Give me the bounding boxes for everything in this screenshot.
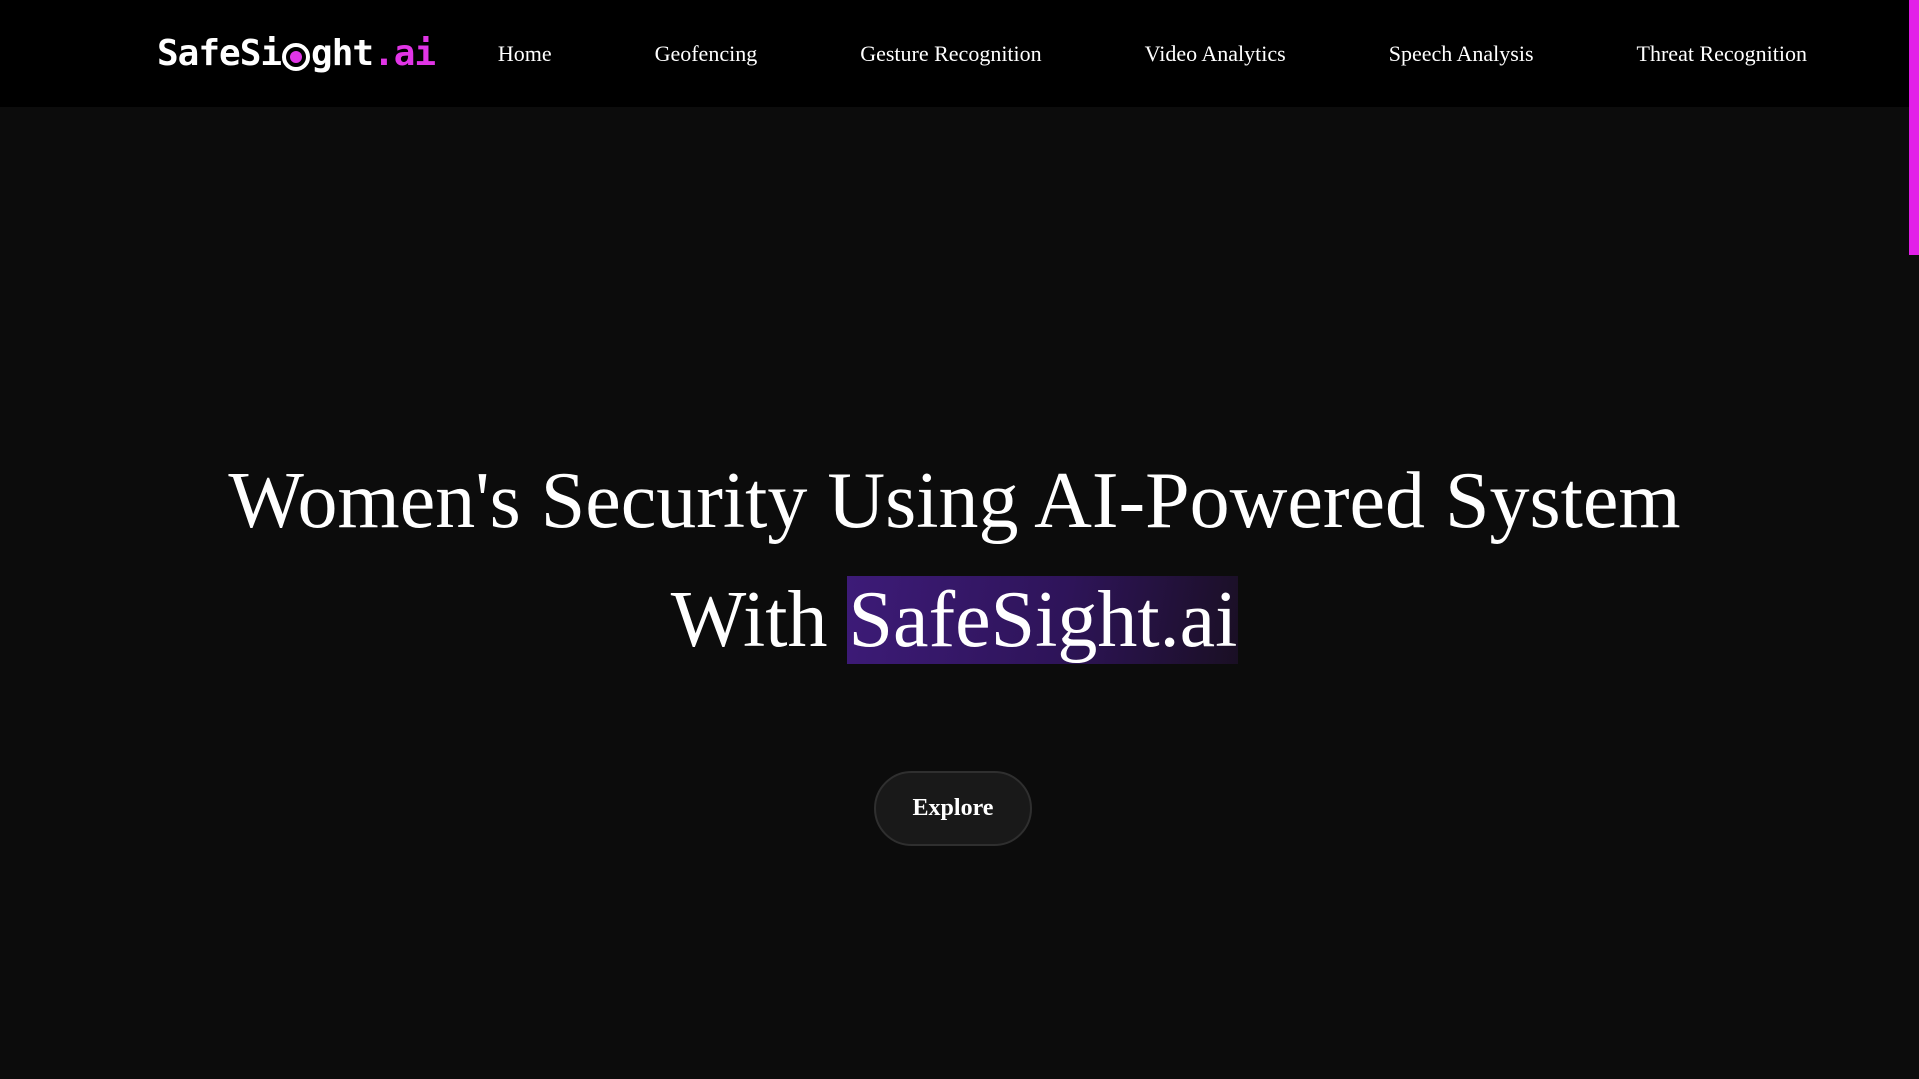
nav-links: Home Geofencing Gesture Recognition Vide…: [498, 0, 1807, 107]
hero-title-line1: Women's Security Using AI-Powered System: [228, 457, 1681, 545]
page: SafeSi ght .ai Home Geofencing Gesture Rec…: [0, 0, 1919, 1079]
nav-link-geofencing[interactable]: Geofencing: [655, 41, 758, 67]
nav-link-threat-recognition[interactable]: Threat Recognition: [1637, 41, 1807, 67]
nav-link-gesture-recognition[interactable]: Gesture Recognition: [860, 41, 1041, 67]
nav-link-home[interactable]: Home: [498, 41, 552, 67]
logo-text-rest: ght: [311, 32, 374, 74]
logo-text-main: SafeSi: [157, 32, 282, 74]
eye-icon: [282, 43, 311, 71]
hero-title-highlight: SafeSight.ai: [847, 576, 1239, 664]
nav-link-video-analytics[interactable]: Video Analytics: [1145, 41, 1286, 67]
logo-text-suffix: .ai: [373, 32, 436, 74]
explore-button[interactable]: Explore: [874, 771, 1032, 846]
logo[interactable]: SafeSi ght .ai: [157, 22, 436, 84]
hero-title-line2-prefix: With: [670, 576, 848, 664]
hero-section: Women's Security Using AI-Powered System…: [0, 107, 1909, 1079]
scrollbar-thumb[interactable]: [1909, 0, 1919, 255]
navbar: SafeSi ght .ai Home Geofencing Gesture Rec…: [0, 0, 1919, 107]
hero-title: Women's Security Using AI-Powered System…: [0, 442, 1909, 680]
nav-link-speech-analysis[interactable]: Speech Analysis: [1389, 41, 1534, 67]
